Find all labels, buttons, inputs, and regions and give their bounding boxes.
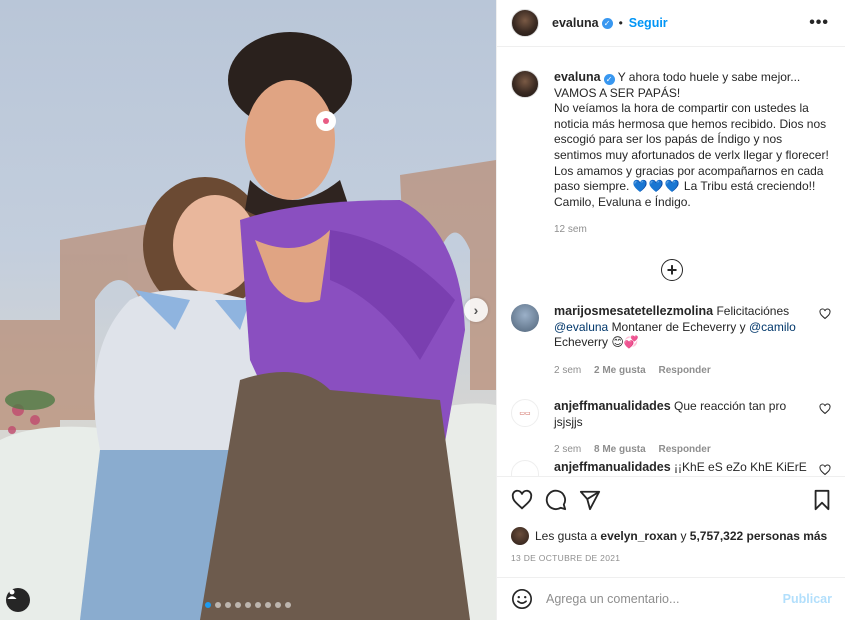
comment-item: ▭▭ anjeffmanualidades Que reacción tan p… xyxy=(511,399,841,458)
carousel-dot xyxy=(275,602,281,608)
header-username[interactable]: evaluna xyxy=(552,16,599,30)
emoji-icon[interactable] xyxy=(511,588,533,610)
carousel-dot xyxy=(265,602,271,608)
caption: evaluna ✓ Y ahora todo huele y sabe mejor… xyxy=(497,48,845,238)
caption-signature: Camilo, Evaluna e Índigo. xyxy=(554,194,691,209)
publish-button[interactable]: Publicar xyxy=(783,592,832,606)
carousel-dot xyxy=(285,602,291,608)
avatar-logo: ▭▭ xyxy=(519,410,531,417)
comment-username[interactable]: anjeffmanualidades xyxy=(554,399,671,413)
likes-user[interactable]: evelyn_roxan xyxy=(600,529,677,543)
carousel-dot xyxy=(255,602,261,608)
comment-likes[interactable]: 8 Me gusta xyxy=(594,444,646,455)
comment-item: anjeffmanualidades ¡¡KhE eS eZo KhE KiEr… xyxy=(511,460,841,476)
comment-body: marijosmesatetellezmolina Felicitaciónes… xyxy=(554,304,816,378)
caption-line2: VAMOS A SER PAPÁS! xyxy=(554,85,681,100)
comment-username[interactable]: marijosmesatetellezmolina xyxy=(554,304,713,318)
tagged-users-button[interactable] xyxy=(6,588,30,612)
caption-line1: Y ahora todo huele y sabe mejor... xyxy=(617,70,801,84)
heart-icon[interactable] xyxy=(819,403,831,415)
comment-icon[interactable] xyxy=(545,489,567,511)
comment-text: Echeverry 😊💞 xyxy=(554,335,639,350)
avatar[interactable] xyxy=(511,527,529,545)
heart-icon[interactable] xyxy=(819,464,831,476)
avatar[interactable] xyxy=(511,304,539,332)
carousel-dot xyxy=(205,602,211,608)
comment-body: anjeffmanualidades ¡¡KhE eS eZo KhE KiEr… xyxy=(554,460,816,476)
avatar[interactable]: ▭▭ xyxy=(511,399,539,427)
comment-text: Felicitaciónes xyxy=(716,304,790,318)
comment-likes[interactable]: 2 Me gusta xyxy=(594,365,646,376)
caption-tribe: La Tribu está creciendo!! xyxy=(683,179,816,194)
next-image-button[interactable]: › xyxy=(464,298,488,322)
comment-text: ¡¡KhE eS eZo KhE KiErE xyxy=(674,460,807,474)
avatar[interactable] xyxy=(511,9,539,37)
comment-text: Montaner de Echeverry y xyxy=(611,319,746,334)
user-tag-icon xyxy=(7,589,17,599)
carousel-indicator xyxy=(0,602,496,608)
comment-body: anjeffmanualidades Que reacción tan pro … xyxy=(554,399,816,458)
comments-scroll-area[interactable]: evaluna ✓ Y ahora todo huele y sabe mejor… xyxy=(497,48,845,476)
caption-time[interactable]: 12 sem xyxy=(554,222,832,238)
comment-username[interactable]: anjeffmanualidades xyxy=(554,460,671,474)
carousel-dot xyxy=(225,602,231,608)
avatar[interactable] xyxy=(511,460,539,476)
more-options-icon[interactable]: ••• xyxy=(809,14,829,32)
chevron-right-icon: › xyxy=(473,302,479,318)
comment-meta: 2 sem 2 Me gusta Responder xyxy=(554,363,816,379)
carousel-dot xyxy=(235,602,241,608)
carousel-dot xyxy=(245,602,251,608)
likes-count[interactable]: 5,757,322 personas más xyxy=(690,529,827,543)
comment-time[interactable]: 2 sem xyxy=(554,365,581,376)
share-icon[interactable] xyxy=(579,489,601,511)
post-header: evaluna ✓ • Seguir ••• xyxy=(497,0,845,47)
add-comment-bar: Publicar xyxy=(497,577,845,620)
post-photo[interactable]: › xyxy=(0,0,496,620)
plus-circle-icon: + xyxy=(666,260,678,280)
heart-icon[interactable] xyxy=(819,308,831,320)
likes-conj: y xyxy=(680,529,687,543)
caption-username[interactable]: evaluna xyxy=(554,70,601,84)
post-modal: › evaluna ✓ • Seguir ••• evaluna ✓ Y ahor xyxy=(0,0,845,620)
caption-text: evaluna ✓ Y ahora todo huele y sabe mejor… xyxy=(554,70,832,238)
load-more-comments-button[interactable]: + xyxy=(661,259,683,281)
comment-time[interactable]: 2 sem xyxy=(554,444,581,455)
mention-link[interactable]: @evaluna xyxy=(554,320,608,334)
comment-item: marijosmesatetellezmolina Felicitaciónes… xyxy=(511,304,841,378)
mention-link[interactable]: @camilo xyxy=(749,320,796,334)
reply-button[interactable]: Responder xyxy=(658,365,710,376)
post-actions: Les gusta a evelyn_roxan y 5,757,322 per… xyxy=(497,476,845,576)
likes-prefix: Les gusta a xyxy=(535,529,598,543)
header-separator: • xyxy=(618,16,623,30)
likes-summary: Les gusta a evelyn_roxan y 5,757,322 per… xyxy=(511,527,827,545)
verified-badge-icon: ✓ xyxy=(601,17,613,29)
bookmark-icon[interactable] xyxy=(811,489,833,511)
carousel-dot xyxy=(215,602,221,608)
action-icons xyxy=(511,489,836,513)
verified-badge-icon: ✓ xyxy=(603,74,615,85)
avatar[interactable] xyxy=(511,70,539,98)
post-side-panel: evaluna ✓ • Seguir ••• evaluna ✓ Y ahora … xyxy=(496,0,845,620)
heart-icon[interactable] xyxy=(511,489,533,511)
follow-button[interactable]: Seguir xyxy=(629,16,668,30)
photo-illustration xyxy=(0,32,496,620)
post-date[interactable]: 13 DE OCTUBRE DE 2021 xyxy=(511,553,620,563)
comment-input[interactable] xyxy=(546,592,766,606)
comment-meta: 2 sem 8 Me gusta Responder xyxy=(554,442,816,458)
reply-button[interactable]: Responder xyxy=(658,444,710,455)
blue-hearts-emoji: 💙💙💙 xyxy=(632,179,681,194)
